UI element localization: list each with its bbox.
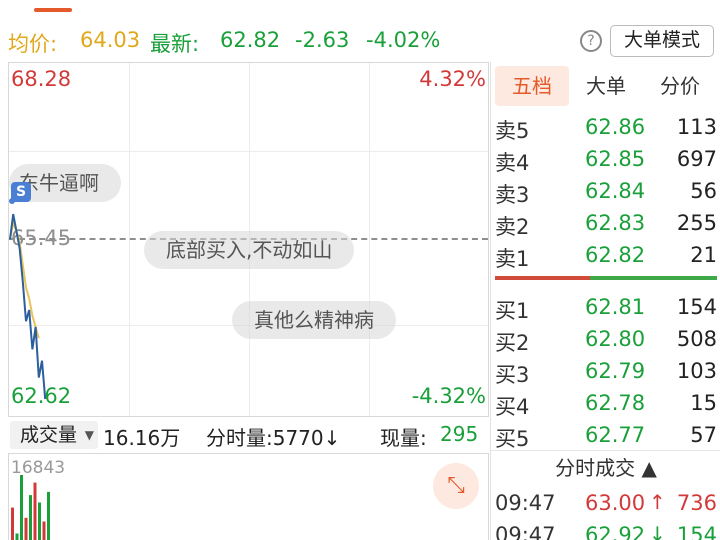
order-price: 62.77	[585, 423, 646, 447]
order-volume: 21	[690, 243, 717, 267]
buy-ratio-fill	[590, 276, 717, 280]
order-label: 买4	[495, 395, 530, 419]
tick-price: 63.00	[585, 491, 646, 515]
order-label: 买5	[495, 427, 530, 451]
tick-trade-row[interactable]: 09:47 62.92 ↓ 154	[491, 520, 720, 540]
tick-direction-icon: ↓	[649, 522, 666, 540]
buy-level-4[interactable]: 买4 62.78 15	[491, 388, 720, 420]
tick-trades-header[interactable]: 分时成交 ▲	[491, 450, 720, 486]
order-volume: 57	[690, 423, 717, 447]
volume-bar	[11, 507, 14, 540]
tick-volume: 154	[676, 523, 717, 540]
order-volume: 113	[676, 115, 717, 139]
volume-type-dropdown[interactable]: 成交量 ▼	[10, 421, 98, 449]
avg-price-value: 64.03	[80, 28, 141, 52]
buy-sell-ratio-bar	[495, 276, 717, 280]
order-label: 买3	[495, 363, 530, 387]
buy-level-5[interactable]: 买5 62.77 57	[491, 420, 720, 452]
sell-ratio-fill	[495, 276, 591, 280]
volume-bar	[29, 495, 32, 540]
volume-bar	[38, 502, 41, 540]
minute-volume: 分时量:5770↓	[206, 422, 340, 451]
current-volume-value: 295	[440, 422, 479, 446]
sell-level-1[interactable]: 卖1 62.82 21	[491, 240, 720, 272]
tick-trade-row[interactable]: 09:47 63.00 ↑ 736	[491, 488, 720, 520]
order-volume: 15	[690, 391, 717, 415]
price-change: -2.63	[295, 28, 350, 52]
sell-level-3[interactable]: 卖3 62.84 56	[491, 176, 720, 208]
order-label: 卖2	[495, 215, 530, 239]
avg-price-label: 均价:	[8, 32, 58, 56]
tick-time: 09:47	[495, 523, 556, 540]
sell-level-5[interactable]: 卖5 62.86 113	[491, 112, 720, 144]
order-volume: 154	[676, 295, 717, 319]
buy-level-2[interactable]: 买2 62.80 508	[491, 324, 720, 356]
order-volume: 56	[690, 179, 717, 203]
stats-bar: 均价: 64.03 最新: 62.82 -2.63 -4.02% ? 大单模式	[0, 22, 720, 62]
volume-bar	[42, 521, 46, 540]
order-price: 62.85	[585, 147, 646, 171]
dropdown-arrow-icon: ▼	[84, 428, 94, 442]
order-price: 62.78	[585, 391, 646, 415]
order-price: 62.86	[585, 115, 646, 139]
price-line	[9, 213, 47, 400]
price-change-pct: -4.02%	[366, 28, 441, 52]
price-lines-svg	[9, 198, 47, 400]
order-label: 卖5	[495, 119, 530, 143]
sell-level-4[interactable]: 卖4 62.85 697	[491, 144, 720, 176]
volume-bar	[20, 475, 23, 540]
sell-level-2[interactable]: 卖2 62.83 255	[491, 208, 720, 240]
order-price: 62.79	[585, 359, 646, 383]
latest-price-value: 62.82	[220, 28, 281, 52]
volume-bar	[33, 482, 37, 540]
tab-large-orders[interactable]: 大单	[579, 66, 633, 106]
avg-price-line	[9, 218, 40, 339]
buy-level-1[interactable]: 买1 62.81 154	[491, 292, 720, 324]
volume-type-label: 成交量	[20, 424, 78, 446]
order-label: 买1	[495, 299, 530, 323]
order-label: 卖4	[495, 151, 530, 175]
order-volume: 508	[676, 327, 717, 351]
volume-bars-svg	[11, 475, 50, 540]
tick-price: 62.92	[585, 523, 646, 540]
order-price: 62.81	[585, 295, 646, 319]
volume-bar	[24, 517, 28, 540]
volume-info-row: 成交量 ▼ 16.16万 分时量:5770↓ 现量: 295	[8, 418, 489, 452]
tab-five-levels[interactable]: 五档	[495, 66, 569, 106]
minute-volume-text: 分时量:5770	[206, 426, 324, 450]
order-label: 买2	[495, 331, 530, 355]
danmaku-anchor-dot	[9, 198, 15, 204]
tick-direction-icon: ↑	[649, 490, 666, 514]
tick-time: 09:47	[495, 491, 556, 515]
order-price: 62.82	[585, 243, 646, 267]
order-label: 卖3	[495, 183, 530, 207]
order-volume: 255	[676, 211, 717, 235]
large-order-mode-button[interactable]: 大单模式	[610, 25, 714, 57]
current-volume-label: 现量:	[380, 426, 427, 450]
tab-price-distribution[interactable]: 分价	[653, 66, 707, 106]
order-book-panel: 五档 大单 分价 卖5 62.86 113 卖4 62.85 697 卖3 62…	[490, 62, 720, 540]
order-volume: 697	[676, 147, 717, 171]
tick-volume: 736	[676, 491, 717, 515]
order-price: 62.84	[585, 179, 646, 203]
volume-bar	[15, 533, 19, 540]
expand-chart-icon[interactable]: ⤡	[433, 463, 479, 509]
latest-price-label: 最新:	[150, 32, 200, 56]
order-volume: 103	[676, 359, 717, 383]
buy-level-3[interactable]: 买3 62.79 103	[491, 356, 720, 388]
order-price: 62.83	[585, 211, 646, 235]
volume-bar	[47, 491, 50, 540]
minute-volume-arrow: ↓	[323, 426, 341, 450]
order-label: 卖1	[495, 247, 530, 271]
help-icon[interactable]: ?	[580, 30, 602, 52]
volume-total: 16.16万	[103, 426, 181, 450]
order-price: 62.80	[585, 327, 646, 351]
top-tab-indicator	[34, 8, 72, 12]
